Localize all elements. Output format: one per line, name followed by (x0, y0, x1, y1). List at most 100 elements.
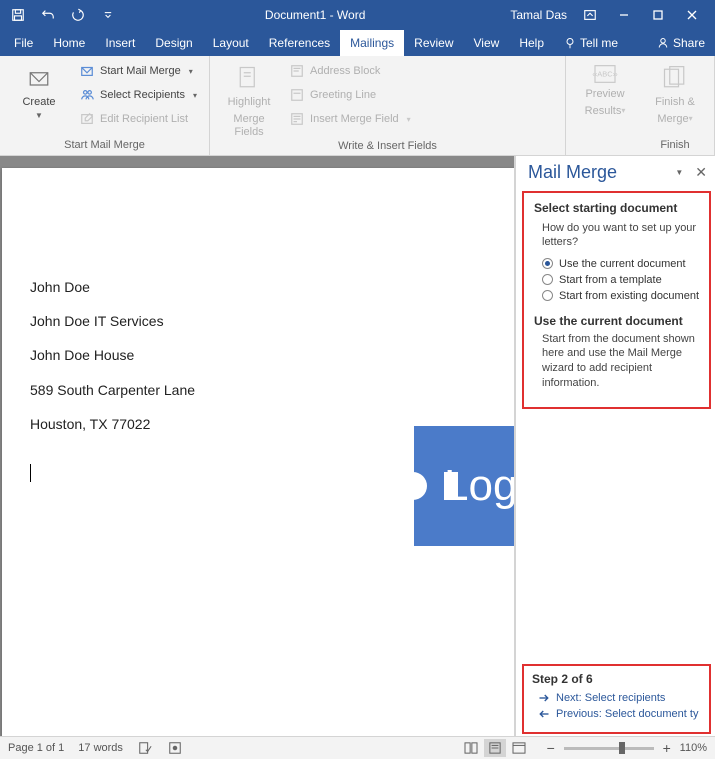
spellcheck-icon[interactable] (137, 740, 153, 756)
quick-access-toolbar (6, 3, 120, 27)
group-label (574, 139, 636, 153)
ribbon-display-icon[interactable] (573, 3, 607, 27)
document-title: Document1 - Word (120, 8, 510, 22)
zoom-control: − + 110% (544, 740, 707, 756)
user-name[interactable]: Tamal Das (510, 8, 567, 22)
logo-shape[interactable]: Log (414, 426, 515, 546)
undo-icon[interactable] (36, 3, 60, 27)
tab-mailings[interactable]: Mailings (340, 30, 404, 56)
web-layout-icon[interactable] (508, 739, 530, 757)
highlight-l1: Highlight (228, 96, 271, 109)
zoom-out-button[interactable]: − (544, 740, 558, 756)
tab-design[interactable]: Design (145, 30, 202, 56)
tab-tellme[interactable]: Tell me (554, 30, 628, 56)
next-step-link[interactable]: Next: Select recipients (538, 692, 705, 704)
svg-text:‹‹ABC››: ‹‹ABC›› (592, 70, 618, 79)
chevron-down-icon: ▾ (193, 91, 197, 100)
ribbon: Create ▼ Start Mail Merge ▾ Select Recipi… (0, 56, 715, 156)
subsection-desc: Start from the document shown here and u… (542, 332, 703, 391)
finish-merge-button: Finish & Merge▾ (644, 60, 706, 126)
zoom-level[interactable]: 110% (680, 742, 707, 754)
preview-l1: Preview (585, 88, 624, 101)
finish-l2: Merge (657, 113, 688, 126)
maximize-icon[interactable] (641, 3, 675, 27)
mail-merge-task-pane: Mail Merge ▼ ✕ Select starting document … (515, 156, 715, 736)
finish-l1: Finish & (655, 96, 695, 109)
redo-icon[interactable] (66, 3, 90, 27)
highlight-merge-fields-button: Highlight Merge Fields (218, 60, 280, 140)
view-buttons (460, 739, 530, 757)
tab-file[interactable]: File (4, 30, 43, 56)
chevron-down-icon: ▾ (407, 115, 411, 124)
zoom-slider[interactable] (564, 747, 654, 750)
zoom-slider-thumb[interactable] (619, 742, 625, 754)
group-write-insert-fields: Highlight Merge Fields Address Block Gre… (210, 56, 566, 155)
prev-label: Previous: Select document ty (556, 708, 698, 720)
doc-line: John Doe (30, 278, 515, 296)
radio-icon (542, 258, 553, 269)
save-icon[interactable] (6, 3, 30, 27)
radio-label: Start from existing document (559, 290, 699, 302)
document-pane[interactable]: John Doe John Doe IT Services John Doe H… (0, 156, 515, 736)
start-mail-merge-label: Start Mail Merge (100, 65, 181, 77)
insert-merge-field-label: Insert Merge Field (310, 113, 399, 125)
radio-from-template[interactable]: Start from a template (542, 274, 703, 286)
task-pane-header: Mail Merge ▼ ✕ (516, 156, 715, 191)
chevron-down-icon: ▾ (189, 67, 193, 76)
ribbon-tabs: File Home Insert Design Layout Reference… (0, 30, 715, 56)
create-button[interactable]: Create ▼ (8, 60, 70, 121)
select-recipients-button[interactable]: Select Recipients ▾ (76, 84, 201, 106)
edit-recipient-list-label: Edit Recipient List (100, 113, 188, 125)
tab-share[interactable]: Share (647, 30, 715, 56)
qat-customize-icon[interactable] (96, 3, 120, 27)
subsection-heading: Use the current document (534, 314, 703, 328)
tab-share-label: Share (673, 36, 705, 50)
tab-view[interactable]: View (464, 30, 510, 56)
address-block-button: Address Block (286, 60, 415, 82)
start-mail-merge-button[interactable]: Start Mail Merge ▾ (76, 60, 201, 82)
word-count[interactable]: 17 words (78, 742, 123, 754)
group-start-mail-merge: Create ▼ Start Mail Merge ▾ Select Recipi… (0, 56, 210, 155)
tab-references[interactable]: References (259, 30, 340, 56)
tab-insert[interactable]: Insert (95, 30, 145, 56)
group-preview: ‹‹ABC›› Preview Results▾ (566, 56, 636, 155)
address-block-label: Address Block (310, 65, 380, 77)
group-label: Write & Insert Fields (218, 140, 557, 154)
greeting-line-label: Greeting Line (310, 89, 376, 101)
section-question: How do you want to set up your letters? (542, 221, 703, 250)
task-pane-menu-icon[interactable]: ▼ (675, 168, 683, 177)
section-heading: Select starting document (534, 201, 703, 215)
radio-icon (542, 290, 553, 301)
task-pane-title: Mail Merge (528, 162, 671, 183)
highlight-l2: Merge Fields (218, 113, 280, 139)
zoom-in-button[interactable]: + (660, 740, 674, 756)
text-cursor (30, 464, 31, 482)
previous-step-link[interactable]: Previous: Select document ty (538, 708, 705, 720)
radio-from-existing[interactable]: Start from existing document (542, 290, 703, 302)
minimize-icon[interactable] (607, 3, 641, 27)
macro-record-icon[interactable] (167, 740, 183, 756)
tab-help[interactable]: Help (509, 30, 554, 56)
task-pane-close-icon[interactable]: ✕ (695, 164, 707, 181)
wizard-nav-section: Step 2 of 6 Next: Select recipients Prev… (522, 664, 711, 734)
title-bar: Document1 - Word Tamal Das (0, 0, 715, 30)
print-layout-icon[interactable] (484, 739, 506, 757)
radio-label: Use the current document (559, 258, 686, 270)
preview-l2: Results (585, 105, 622, 118)
close-icon[interactable] (675, 3, 709, 27)
read-mode-icon[interactable] (460, 739, 482, 757)
create-label: Create (22, 96, 55, 109)
tab-home[interactable]: Home (43, 30, 95, 56)
status-bar: Page 1 of 1 17 words − + 110% (0, 736, 715, 759)
radio-current-document[interactable]: Use the current document (542, 258, 703, 270)
page-indicator[interactable]: Page 1 of 1 (8, 742, 64, 754)
tab-review[interactable]: Review (404, 30, 463, 56)
tab-tellme-label: Tell me (580, 36, 618, 50)
radio-label: Start from a template (559, 274, 662, 286)
tab-layout[interactable]: Layout (203, 30, 259, 56)
select-recipients-label: Select Recipients (100, 89, 185, 101)
doc-line: 589 South Carpenter Lane (30, 381, 515, 399)
window-controls (573, 3, 709, 27)
logo-text: Log (444, 461, 515, 511)
insert-merge-field-button: Insert Merge Field ▾ (286, 108, 415, 130)
